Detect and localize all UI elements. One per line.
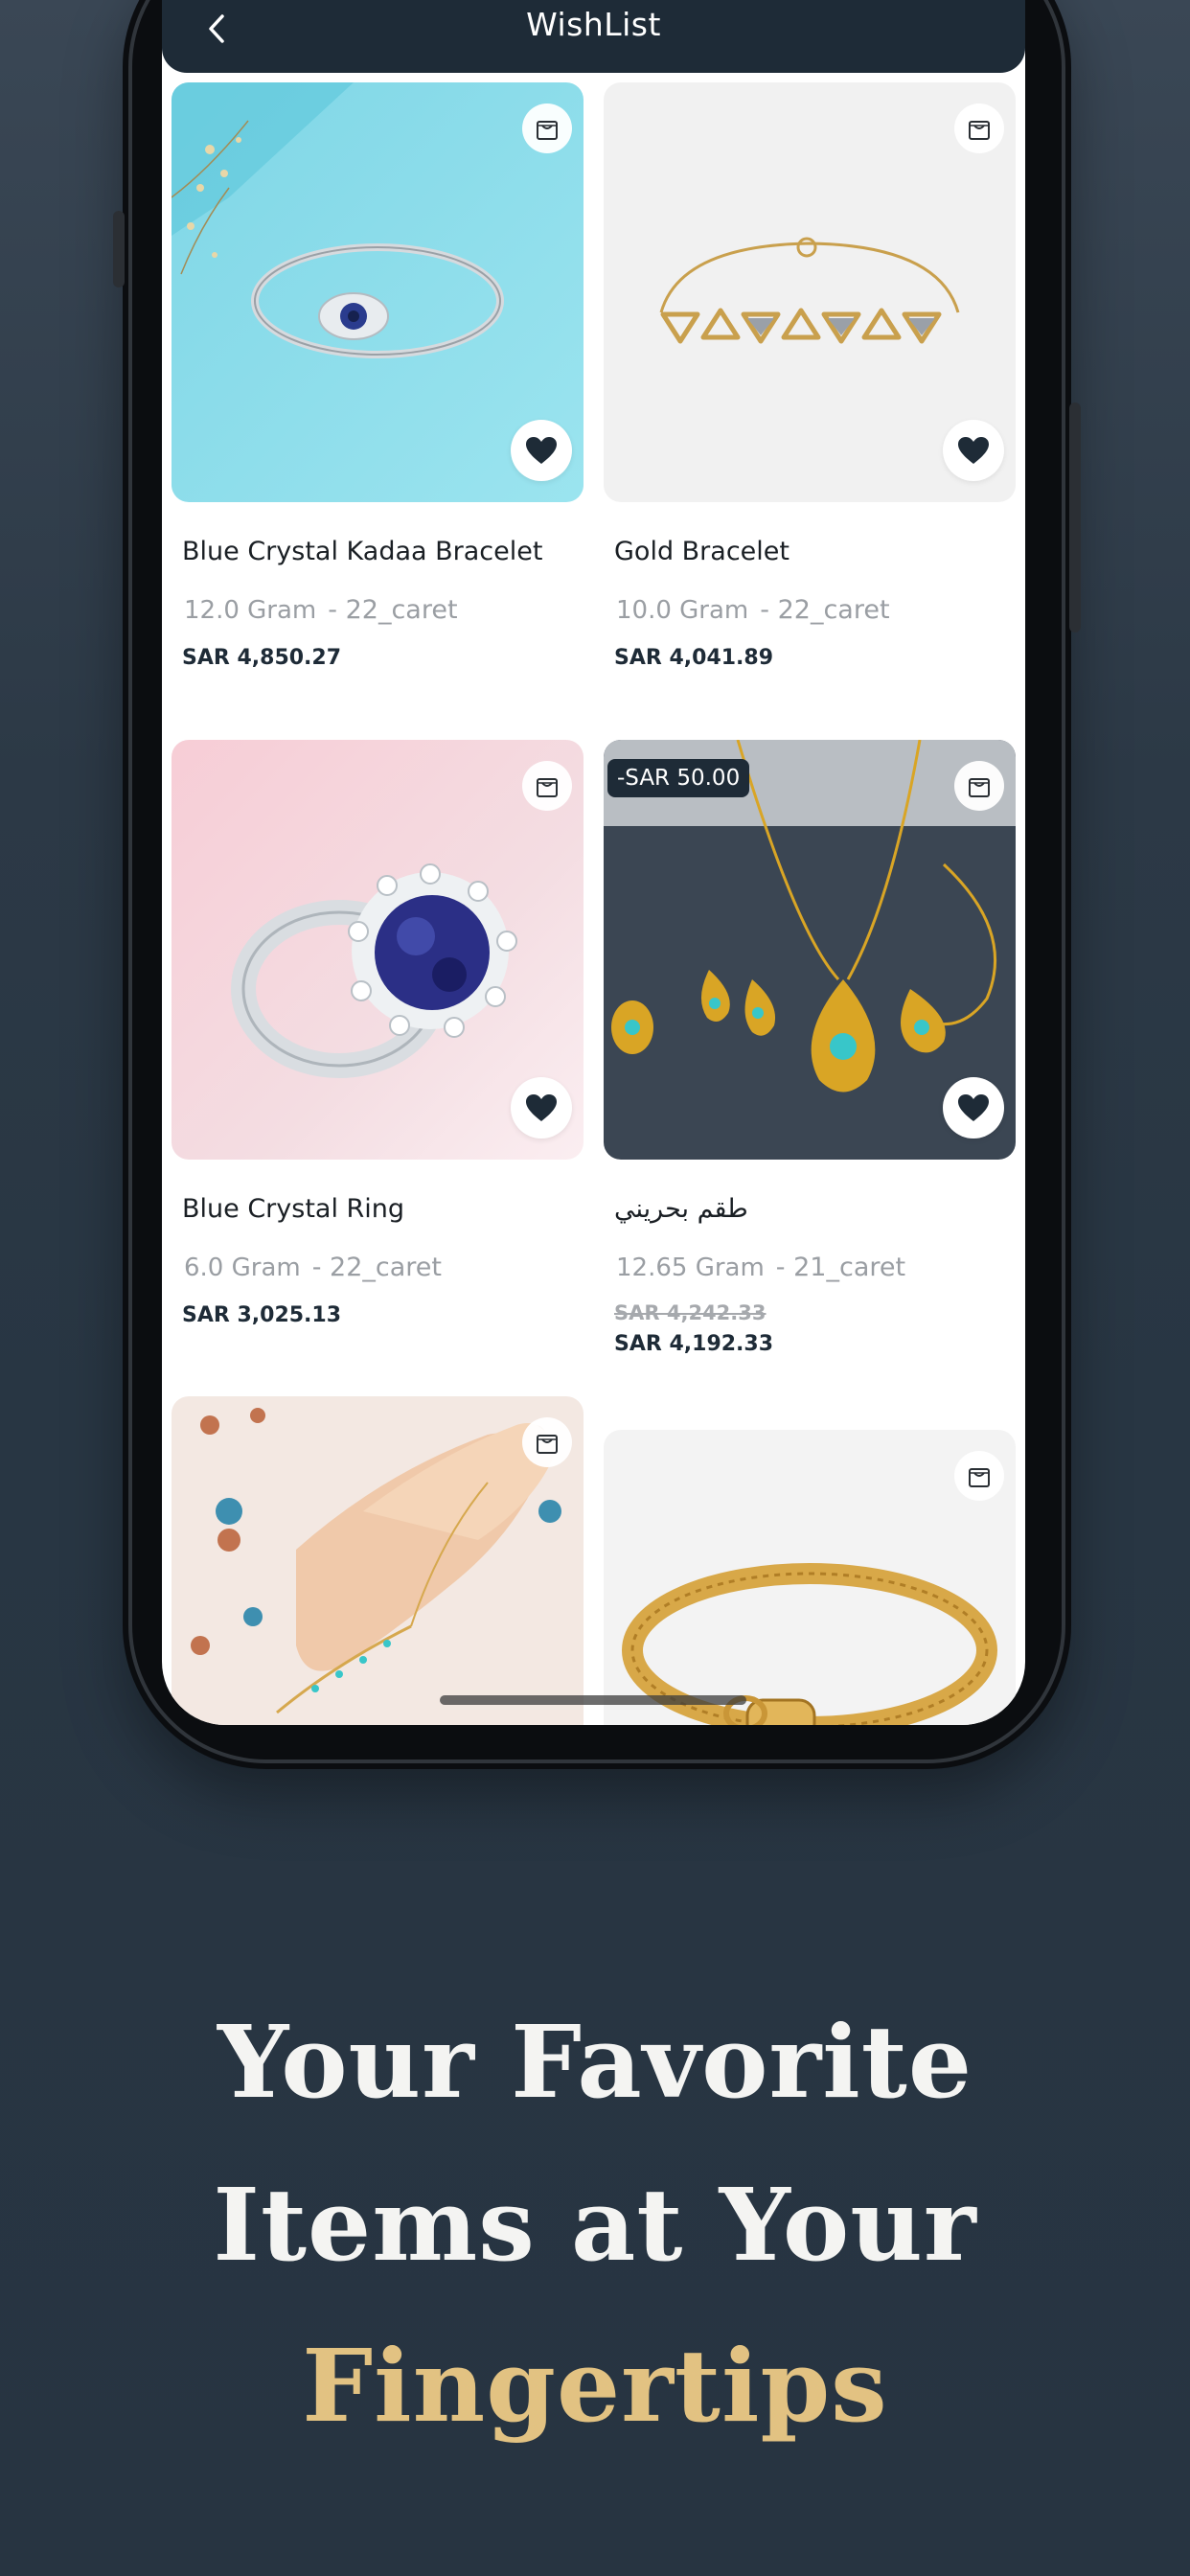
heart-icon [526,437,557,464]
discount-badge: -SAR 50.00 [607,759,750,797]
favorite-button[interactable] [511,1077,572,1138]
add-to-cart-button[interactable] [954,761,1004,811]
wishlist-header: WishList [162,0,1025,73]
product-specs: 6.0 Gram - 22_caret [172,1253,584,1282]
product-karat: - 22_caret [311,1253,442,1282]
shopping-bag-icon [537,1435,558,1454]
product-specs: 12.65 Gram - 21_caret [604,1253,1016,1282]
page-title: WishList [526,6,661,43]
product-image[interactable] [172,1396,584,1725]
product-karat: - 21_caret [775,1253,906,1282]
product-image[interactable] [172,740,584,1160]
product-price: SAR 4,192.33 [614,1332,774,1356]
heart-icon [958,1094,989,1121]
product-card-bahraini-set[interactable]: -SAR 50.00 طقم بحريني 12.65 Gram - 21_car… [604,740,1016,1356]
product-weight: 12.0 Gram [184,596,317,625]
product-specs: 12.0 Gram - 22_caret [172,595,584,625]
phone-side-button [1069,402,1081,632]
headline-line-2: Items at Your [213,2166,977,2284]
product-karat: - 22_caret [328,595,458,625]
product-price: SAR 4,850.27 [182,646,342,670]
product-weight: 10.0 Gram [616,596,749,625]
heart-icon [526,1094,557,1121]
product-name: طقم بحريني [614,1194,748,1224]
product-weight: 12.65 Gram [616,1254,765,1282]
product-price: SAR 3,025.13 [182,1303,342,1327]
home-indicator[interactable] [440,1695,746,1705]
add-to-cart-button[interactable] [954,1451,1004,1501]
product-weight: 6.0 Gram [184,1254,301,1282]
heart-icon [958,437,989,464]
favorite-button[interactable] [943,1077,1004,1138]
product-card-hand-chain[interactable] [172,1396,584,1725]
product-image[interactable] [604,82,1016,502]
product-card-blue-crystal-kadaa[interactable]: Blue Crystal Kadaa Bracelet 12.0 Gram - 2… [172,82,584,670]
shopping-bag-icon [969,121,990,140]
favorite-button[interactable] [511,420,572,481]
shopping-bag-icon [537,121,558,140]
product-name: Blue Crystal Kadaa Bracelet [182,537,543,566]
product-name: Gold Bracelet [614,537,790,566]
shopping-bag-icon [537,778,558,797]
product-original-price: SAR 4,242.33 [614,1301,767,1324]
product-image[interactable]: -SAR 50.00 [604,740,1016,1160]
product-specs: 10.0 Gram - 22_caret [604,595,1016,625]
add-to-cart-button[interactable] [522,1417,572,1467]
product-image[interactable] [604,1430,1016,1725]
headline-line-3: Fingertips [302,2327,888,2445]
product-card-gold-rope-bracelet[interactable] [604,1430,1016,1725]
app-screen: WishList Blue Crystal Kadaa Bracelet 12.… [162,0,1025,1725]
shopping-bag-icon [969,778,990,797]
product-card-gold-bracelet[interactable]: Gold Bracelet 10.0 Gram - 22_caret SAR 4,… [604,82,1016,670]
add-to-cart-button[interactable] [954,104,1004,153]
product-card-blue-crystal-ring[interactable]: Blue Crystal Ring 6.0 Gram - 22_caret SAR… [172,740,584,1327]
product-image[interactable] [172,82,584,502]
product-karat: - 22_caret [760,595,890,625]
headline-line-1: Your Favorite [217,2003,973,2121]
product-name: Blue Crystal Ring [182,1194,405,1224]
shopping-bag-icon [969,1468,990,1487]
add-to-cart-button[interactable] [522,761,572,811]
add-to-cart-button[interactable] [522,104,572,153]
favorite-button[interactable] [943,420,1004,481]
product-price: SAR 4,041.89 [614,646,774,670]
phone-volume-button [113,211,125,288]
